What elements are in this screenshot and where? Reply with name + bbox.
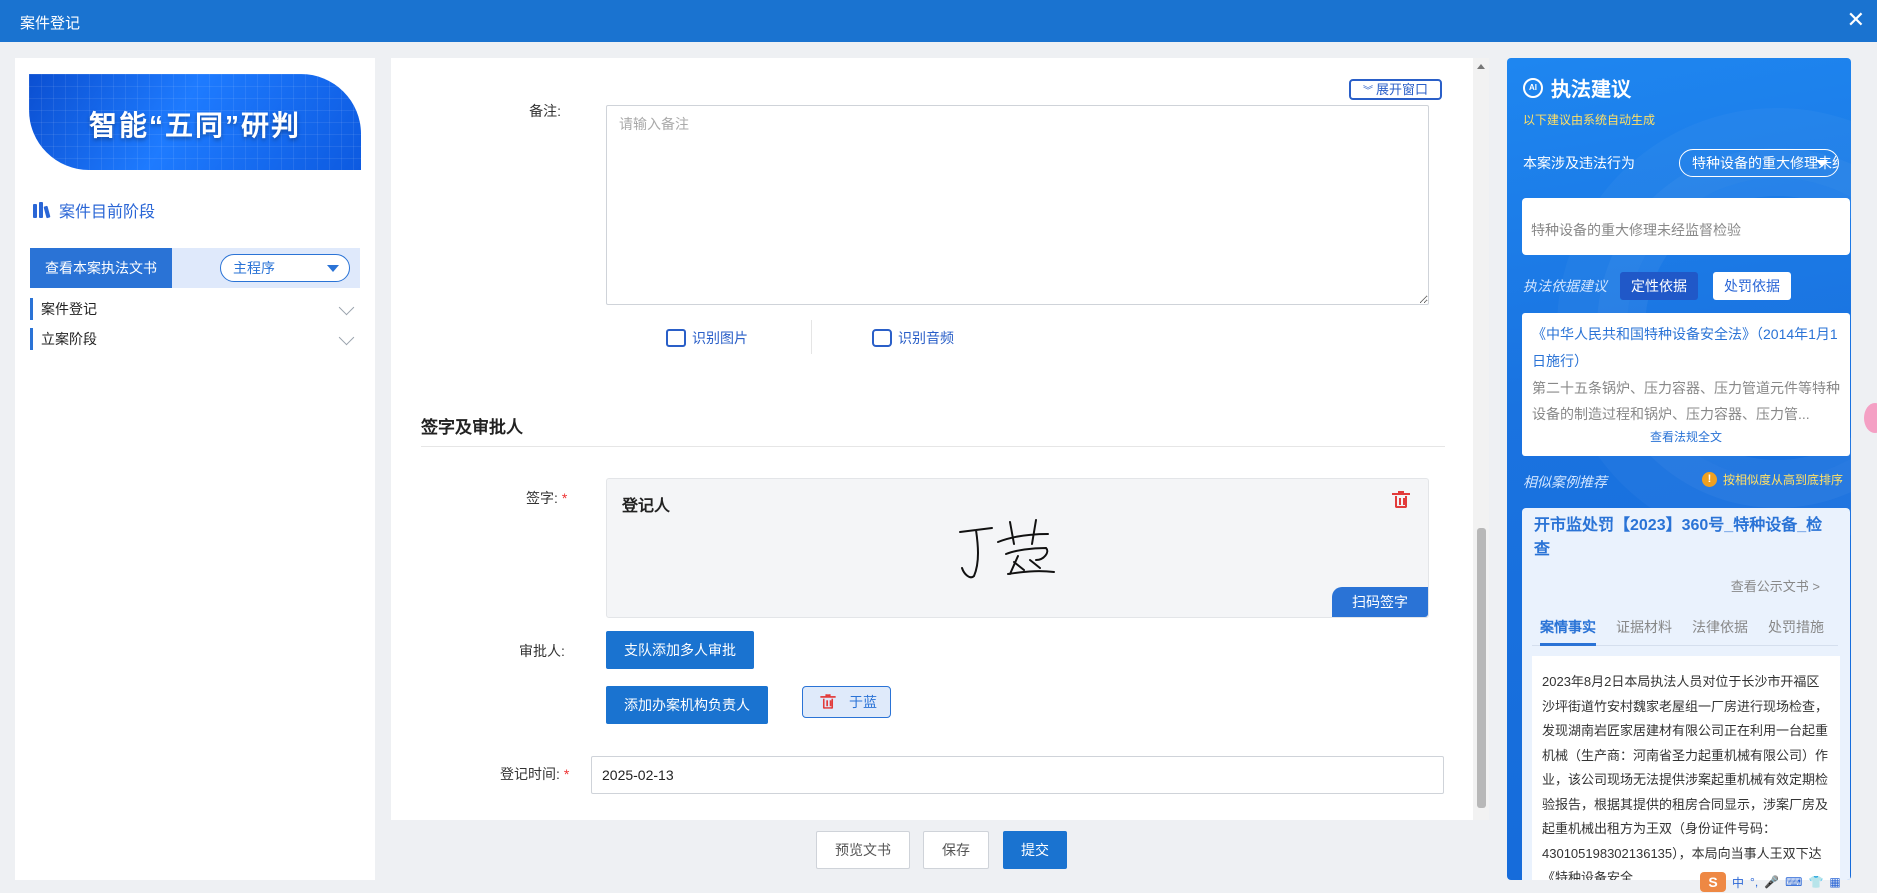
law-excerpt: 第二十五条锅炉、压力容器、压力管道元件等特种设备的制造过程和锅炉、压力容器、压力… bbox=[1532, 380, 1840, 422]
remark-label: 备注: bbox=[529, 103, 561, 119]
remove-approver-icon[interactable] bbox=[820, 694, 836, 709]
submit-button[interactable]: 提交 bbox=[1003, 831, 1067, 869]
tab-legal-basis[interactable]: 法律依据 bbox=[1692, 616, 1748, 646]
close-icon[interactable]: ✕ bbox=[1847, 8, 1865, 32]
sort-hint: ! 按相似度从高到底排序 bbox=[1701, 471, 1843, 488]
save-button[interactable]: 保存 bbox=[923, 831, 989, 869]
view-documents-button[interactable]: 查看本案执法文书 bbox=[30, 248, 172, 288]
doc-toolbar: 查看本案执法文书 主程序 bbox=[30, 248, 360, 288]
case-facts-text: 2023年8月2日本局执法人员对位于长沙市开福区沙坪街道竹安村魏家老屋组一厂房进… bbox=[1532, 656, 1840, 880]
basis-label: 执法依据建议 bbox=[1523, 278, 1607, 294]
registration-date-input[interactable] bbox=[591, 756, 1444, 794]
divider bbox=[811, 320, 812, 354]
procedure-select[interactable]: 主程序 bbox=[220, 254, 350, 282]
case-stage-label: 案件目前阶段 bbox=[59, 204, 156, 221]
view-full-law-link[interactable]: 查看法规全文 bbox=[1532, 428, 1840, 445]
reg-time-label-text: 登记时间: bbox=[500, 766, 560, 782]
law-title-link[interactable]: 《中华人民共和国特种设备安全法》（2014年1月1日施行） bbox=[1532, 321, 1840, 375]
similar-cases-label: 相似案例推荐 bbox=[1523, 474, 1607, 490]
recognize-image-label: 识别图片 bbox=[692, 330, 748, 346]
tree-item-label: 立案阶段 bbox=[41, 331, 97, 347]
delete-signature-icon[interactable] bbox=[1392, 491, 1410, 508]
signer-role: 登记人 bbox=[622, 498, 671, 515]
approver-label: 审批人: bbox=[519, 643, 565, 659]
case-tabs: 案情事实 证据材料 法律依据 处罚措施 bbox=[1532, 616, 1838, 646]
violation-select[interactable]: 特种设备的重大修理未经 bbox=[1679, 149, 1839, 177]
punctuation-icon[interactable]: °, bbox=[1750, 875, 1758, 889]
tab-case-facts[interactable]: 案情事实 bbox=[1540, 616, 1596, 646]
banner-title: 智能“五同”研判 bbox=[88, 110, 301, 141]
window-title: 案件登记 bbox=[20, 15, 81, 32]
violation-label: 本案涉及违法行为 bbox=[1523, 155, 1635, 171]
violation-description: 特种设备的重大修理未经监督检验 bbox=[1522, 198, 1850, 255]
tree-item-case-registration[interactable]: 案件登记 bbox=[30, 298, 360, 320]
tree-item-label: 案件登记 bbox=[41, 301, 97, 317]
ai-icon: AI bbox=[1523, 77, 1543, 98]
required-mark: * bbox=[563, 766, 570, 782]
sign-label: 签字: * bbox=[526, 488, 567, 508]
signature-box: 登记人 于蓝 扫码签字 bbox=[606, 478, 1429, 618]
scrollbar-thumb[interactable] bbox=[1477, 528, 1486, 808]
add-multi-approval-button[interactable]: 支队添加多人审批 bbox=[606, 631, 754, 669]
tab-penalty-basis[interactable]: 处罚依据 bbox=[1713, 272, 1791, 300]
remark-textarea[interactable] bbox=[606, 105, 1429, 305]
ime-toolbar[interactable]: S 中 °, 🎤 ⌨ 👕 ▦ bbox=[1700, 872, 1841, 892]
scroll-up-icon[interactable] bbox=[1477, 64, 1485, 69]
form-footer: 预览文书 保存 提交 bbox=[391, 820, 1489, 880]
advice-heading: AI 执法建议 bbox=[1523, 73, 1631, 102]
microphone-icon[interactable]: 🎤 bbox=[1764, 875, 1779, 889]
skin-icon[interactable]: 👕 bbox=[1808, 875, 1823, 889]
section-title-signature: 签字及审批人 bbox=[421, 418, 523, 437]
case-title-link[interactable]: 开市监处罚【2023】360号_特种设备_检查 bbox=[1534, 514, 1834, 562]
caret-down-icon bbox=[1816, 160, 1828, 167]
sign-label-text: 签字: bbox=[526, 490, 558, 506]
form-panel: ︾展开窗口 备注: 识别图片 识别音频 签字及审批人 签字:* 登记人 于蓝 扫… bbox=[391, 58, 1489, 820]
ime-mode[interactable]: 中 bbox=[1732, 874, 1744, 891]
section-divider bbox=[421, 446, 1445, 447]
tab-evidence[interactable]: 证据材料 bbox=[1616, 616, 1672, 646]
reg-time-label: 登记时间: * bbox=[500, 764, 569, 784]
signature-image: 于蓝 bbox=[959, 519, 1055, 579]
sogou-ime-icon[interactable]: S bbox=[1700, 872, 1726, 892]
audio-icon bbox=[872, 329, 892, 347]
case-stage-heading: 案件目前阶段 bbox=[33, 198, 155, 222]
chevron-down-icon bbox=[338, 329, 355, 346]
books-icon bbox=[33, 202, 51, 219]
left-panel: 智能“五同”研判 案件目前阶段 查看本案执法文书 主程序 案件登记 立案阶段 bbox=[15, 58, 375, 880]
advice-title: 执法建议 bbox=[1551, 79, 1631, 101]
required-mark: * bbox=[561, 490, 568, 506]
floating-assistant-icon[interactable] bbox=[1864, 403, 1877, 433]
tree-item-filing-stage[interactable]: 立案阶段 bbox=[30, 328, 360, 350]
recognize-audio-button[interactable]: 识别音频 bbox=[872, 328, 954, 348]
similar-case-card: 开市监处罚【2023】360号_特种设备_检查 查看公示文书 > 案情事实 证据… bbox=[1522, 508, 1850, 880]
law-card: 《中华人民共和国特种设备安全法》（2014年1月1日施行） 第二十五条锅炉、压力… bbox=[1522, 313, 1850, 456]
preview-document-button[interactable]: 预览文书 bbox=[816, 831, 910, 869]
toolbox-icon[interactable]: ▦ bbox=[1829, 875, 1840, 889]
enforcement-advice-panel: AI 执法建议 以下建议由系统自动生成 本案涉及违法行为 特种设备的重大修理未经… bbox=[1507, 58, 1851, 880]
warning-icon: ! bbox=[1701, 472, 1717, 487]
image-scan-icon bbox=[666, 329, 686, 347]
sort-hint-text: 按相似度从高到底排序 bbox=[1722, 473, 1843, 487]
analysis-banner: 智能“五同”研判 bbox=[29, 74, 361, 170]
double-chevron-icon: ︾ bbox=[1362, 86, 1373, 97]
expand-window-label: 展开窗口 bbox=[1375, 82, 1428, 97]
caret-down-icon bbox=[327, 265, 339, 272]
chevron-down-icon bbox=[338, 299, 355, 316]
form-scrollbar[interactable] bbox=[1473, 58, 1489, 826]
window-titlebar: 案件登记 ✕ bbox=[0, 0, 1877, 42]
recognize-image-button[interactable]: 识别图片 bbox=[666, 328, 748, 348]
tab-penalty-measures[interactable]: 处罚措施 bbox=[1768, 616, 1824, 646]
add-org-head-button[interactable]: 添加办案机构负责人 bbox=[606, 686, 768, 724]
view-public-document-link[interactable]: 查看公示文书 > bbox=[1731, 576, 1820, 595]
tab-qualitative-basis[interactable]: 定性依据 bbox=[1620, 272, 1698, 300]
recognize-audio-label: 识别音频 bbox=[898, 330, 954, 346]
approver-tag[interactable]: 于蓝 bbox=[802, 686, 891, 718]
procedure-select-value: 主程序 bbox=[233, 260, 275, 276]
advice-subtitle: 以下建议由系统自动生成 bbox=[1523, 113, 1656, 127]
approver-name: 于蓝 bbox=[849, 694, 877, 710]
scan-sign-button[interactable]: 扫码签字 bbox=[1332, 587, 1428, 617]
expand-window-button[interactable]: ︾ 展开窗口 bbox=[1349, 79, 1442, 100]
keyboard-icon[interactable]: ⌨ bbox=[1785, 875, 1802, 889]
